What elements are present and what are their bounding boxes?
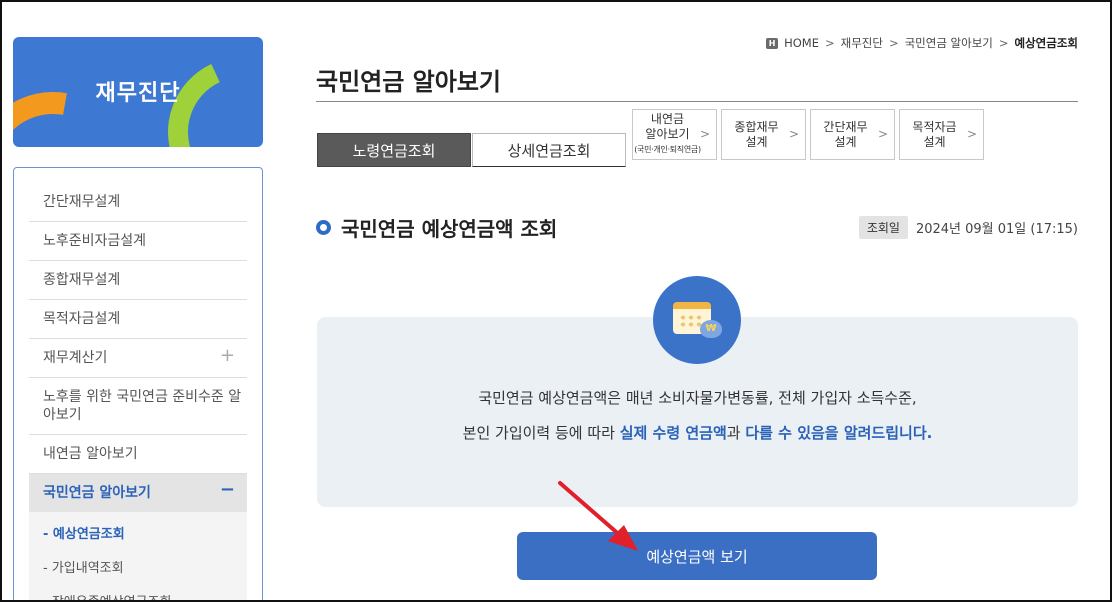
link-tab-label: 설계 xyxy=(834,134,857,149)
info-text-plain: 본인 가입이력 등에 따라 xyxy=(462,424,620,442)
query-date: 조회일 2024년 09월 01일 (17:15) xyxy=(858,216,1078,239)
link-tab-label: 종합재무 xyxy=(734,119,779,134)
minus-icon[interactable]: − xyxy=(220,481,235,499)
sidebar-item-label: 재무계산기 xyxy=(43,350,108,366)
chevron-right-icon: > xyxy=(788,127,799,141)
info-text-emphasis: 다를 수 있음을 알려드립니다. xyxy=(745,424,933,442)
sidebar-item-label: 노후를 위한 국민연금 준비수준 알아보기 xyxy=(43,389,242,423)
sidebar-sub-list: - 예상연금조회 - 가입내역조회 - 장애유족예상연금조회 xyxy=(29,512,247,602)
info-text-emphasis: 실제 수령 연금액 xyxy=(619,424,727,442)
info-text-line2: 본인 가입이력 등에 따라 실제 수령 연금액과 다를 수 있음을 알려드립니다… xyxy=(317,422,1078,443)
link-tab-label: 설계 xyxy=(745,134,768,149)
sidebar-item-national-pension[interactable]: 국민연금 알아보기 − xyxy=(29,474,247,512)
sidebar-sub-item-disability-survivor[interactable]: - 장애유족예상연금조회 xyxy=(29,584,247,602)
tab-old-age-pension[interactable]: 노령연금조회 xyxy=(317,133,471,167)
sidebar-item-goal-fund[interactable]: 목적자금설계 xyxy=(29,300,247,339)
query-date-value: 2024년 09월 01일 (17:15) xyxy=(915,222,1078,237)
sidebar-item-pension-readiness[interactable]: 노후를 위한 국민연금 준비수준 알아보기 xyxy=(29,378,247,435)
page-title: 국민연금 알아보기 xyxy=(316,68,501,96)
chevron-right-icon: > xyxy=(888,36,899,50)
sidebar-item-simple-plan[interactable]: 간단재무설계 xyxy=(29,183,247,222)
plus-icon[interactable]: + xyxy=(220,347,235,365)
chevron-right-icon: > xyxy=(877,127,888,141)
chevron-right-icon: > xyxy=(966,127,977,141)
link-tab-goal-fund[interactable]: 목적자금 설계 > xyxy=(899,109,984,160)
sidebar-item-comprehensive-plan[interactable]: 종합재무설계 xyxy=(29,261,247,300)
sidebar-item-label: 종합재무설계 xyxy=(43,272,121,288)
link-tab-label: 알아보기 xyxy=(645,127,690,141)
chevron-right-icon: > xyxy=(824,36,835,50)
sidebar-nav: 간단재무설계 노후준비자금설계 종합재무설계 목적자금설계 재무계산기 + 노후… xyxy=(13,167,263,602)
link-tab-comprehensive-plan[interactable]: 종합재무 설계 > xyxy=(721,109,806,160)
sidebar-sub-item-expected-pension[interactable]: - 예상연금조회 xyxy=(29,516,247,550)
link-tab-label: 내연금 xyxy=(650,112,685,126)
link-tab-my-pension[interactable]: 내연금 알아보기 (국민·개인·퇴직연금) > xyxy=(632,109,717,160)
sidebar-item-my-pension[interactable]: 내연금 알아보기 xyxy=(29,435,247,474)
link-tab-label: 목적자금 xyxy=(912,119,957,134)
link-tab-label: 설계 xyxy=(923,134,946,149)
tab-detailed-pension[interactable]: 상세연금조회 xyxy=(472,133,626,167)
breadcrumb-national-pension[interactable]: 국민연금 알아보기 xyxy=(905,35,993,51)
breadcrumb-home[interactable]: HOME xyxy=(784,36,819,50)
sidebar-item-label: 노후준비자금설계 xyxy=(43,233,147,249)
sidebar-item-label: 국민연금 알아보기 xyxy=(43,485,151,501)
section-title: 국민연금 예상연금액 조회 xyxy=(341,217,558,241)
breadcrumb-current: 예상연금조회 xyxy=(1014,36,1078,50)
sidebar-item-retirement-fund[interactable]: 노후준비자금설계 xyxy=(29,222,247,261)
sidebar-item-label: 간단재무설계 xyxy=(43,194,121,210)
annotation-arrow-icon xyxy=(558,481,638,551)
section-header: 국민연금 예상연금액 조회 xyxy=(316,213,557,242)
info-text-plain: 과 xyxy=(726,424,746,442)
sidebar-item-label: 목적자금설계 xyxy=(43,311,121,327)
title-divider xyxy=(316,101,1078,102)
sidebar-banner: 재무진단 xyxy=(13,37,263,147)
link-tab-simple-plan[interactable]: 간단재무 설계 > xyxy=(810,109,895,160)
sidebar-sub-item-enrollment-history[interactable]: - 가입내역조회 xyxy=(29,550,247,584)
breadcrumb: H HOME > 재무진단 > 국민연금 알아보기 > 예상연금조회 xyxy=(766,35,1078,51)
coin-bag-icon: ₩ xyxy=(700,320,722,338)
calendar-coin-icon: ₩ xyxy=(653,276,741,364)
link-tab-sublabel: (국민·개인·퇴직연금) xyxy=(634,145,701,154)
query-date-label: 조회일 xyxy=(858,216,908,239)
sidebar-item-label: 내연금 알아보기 xyxy=(43,446,138,462)
chevron-right-icon: > xyxy=(998,36,1009,50)
info-text-line1: 국민연금 예상연금액은 매년 소비자물가변동률, 전체 가입자 소득수준, xyxy=(478,389,917,407)
breadcrumb-financial-diagnosis[interactable]: 재무진단 xyxy=(841,35,883,51)
sidebar-banner-title: 재무진단 xyxy=(95,81,181,106)
circle-bullet-icon xyxy=(316,220,331,235)
chevron-right-icon: > xyxy=(699,127,710,141)
sidebar-item-calculator[interactable]: 재무계산기 + xyxy=(29,339,247,378)
home-icon: H xyxy=(766,37,779,49)
link-tab-label: 간단재무 xyxy=(823,119,868,134)
